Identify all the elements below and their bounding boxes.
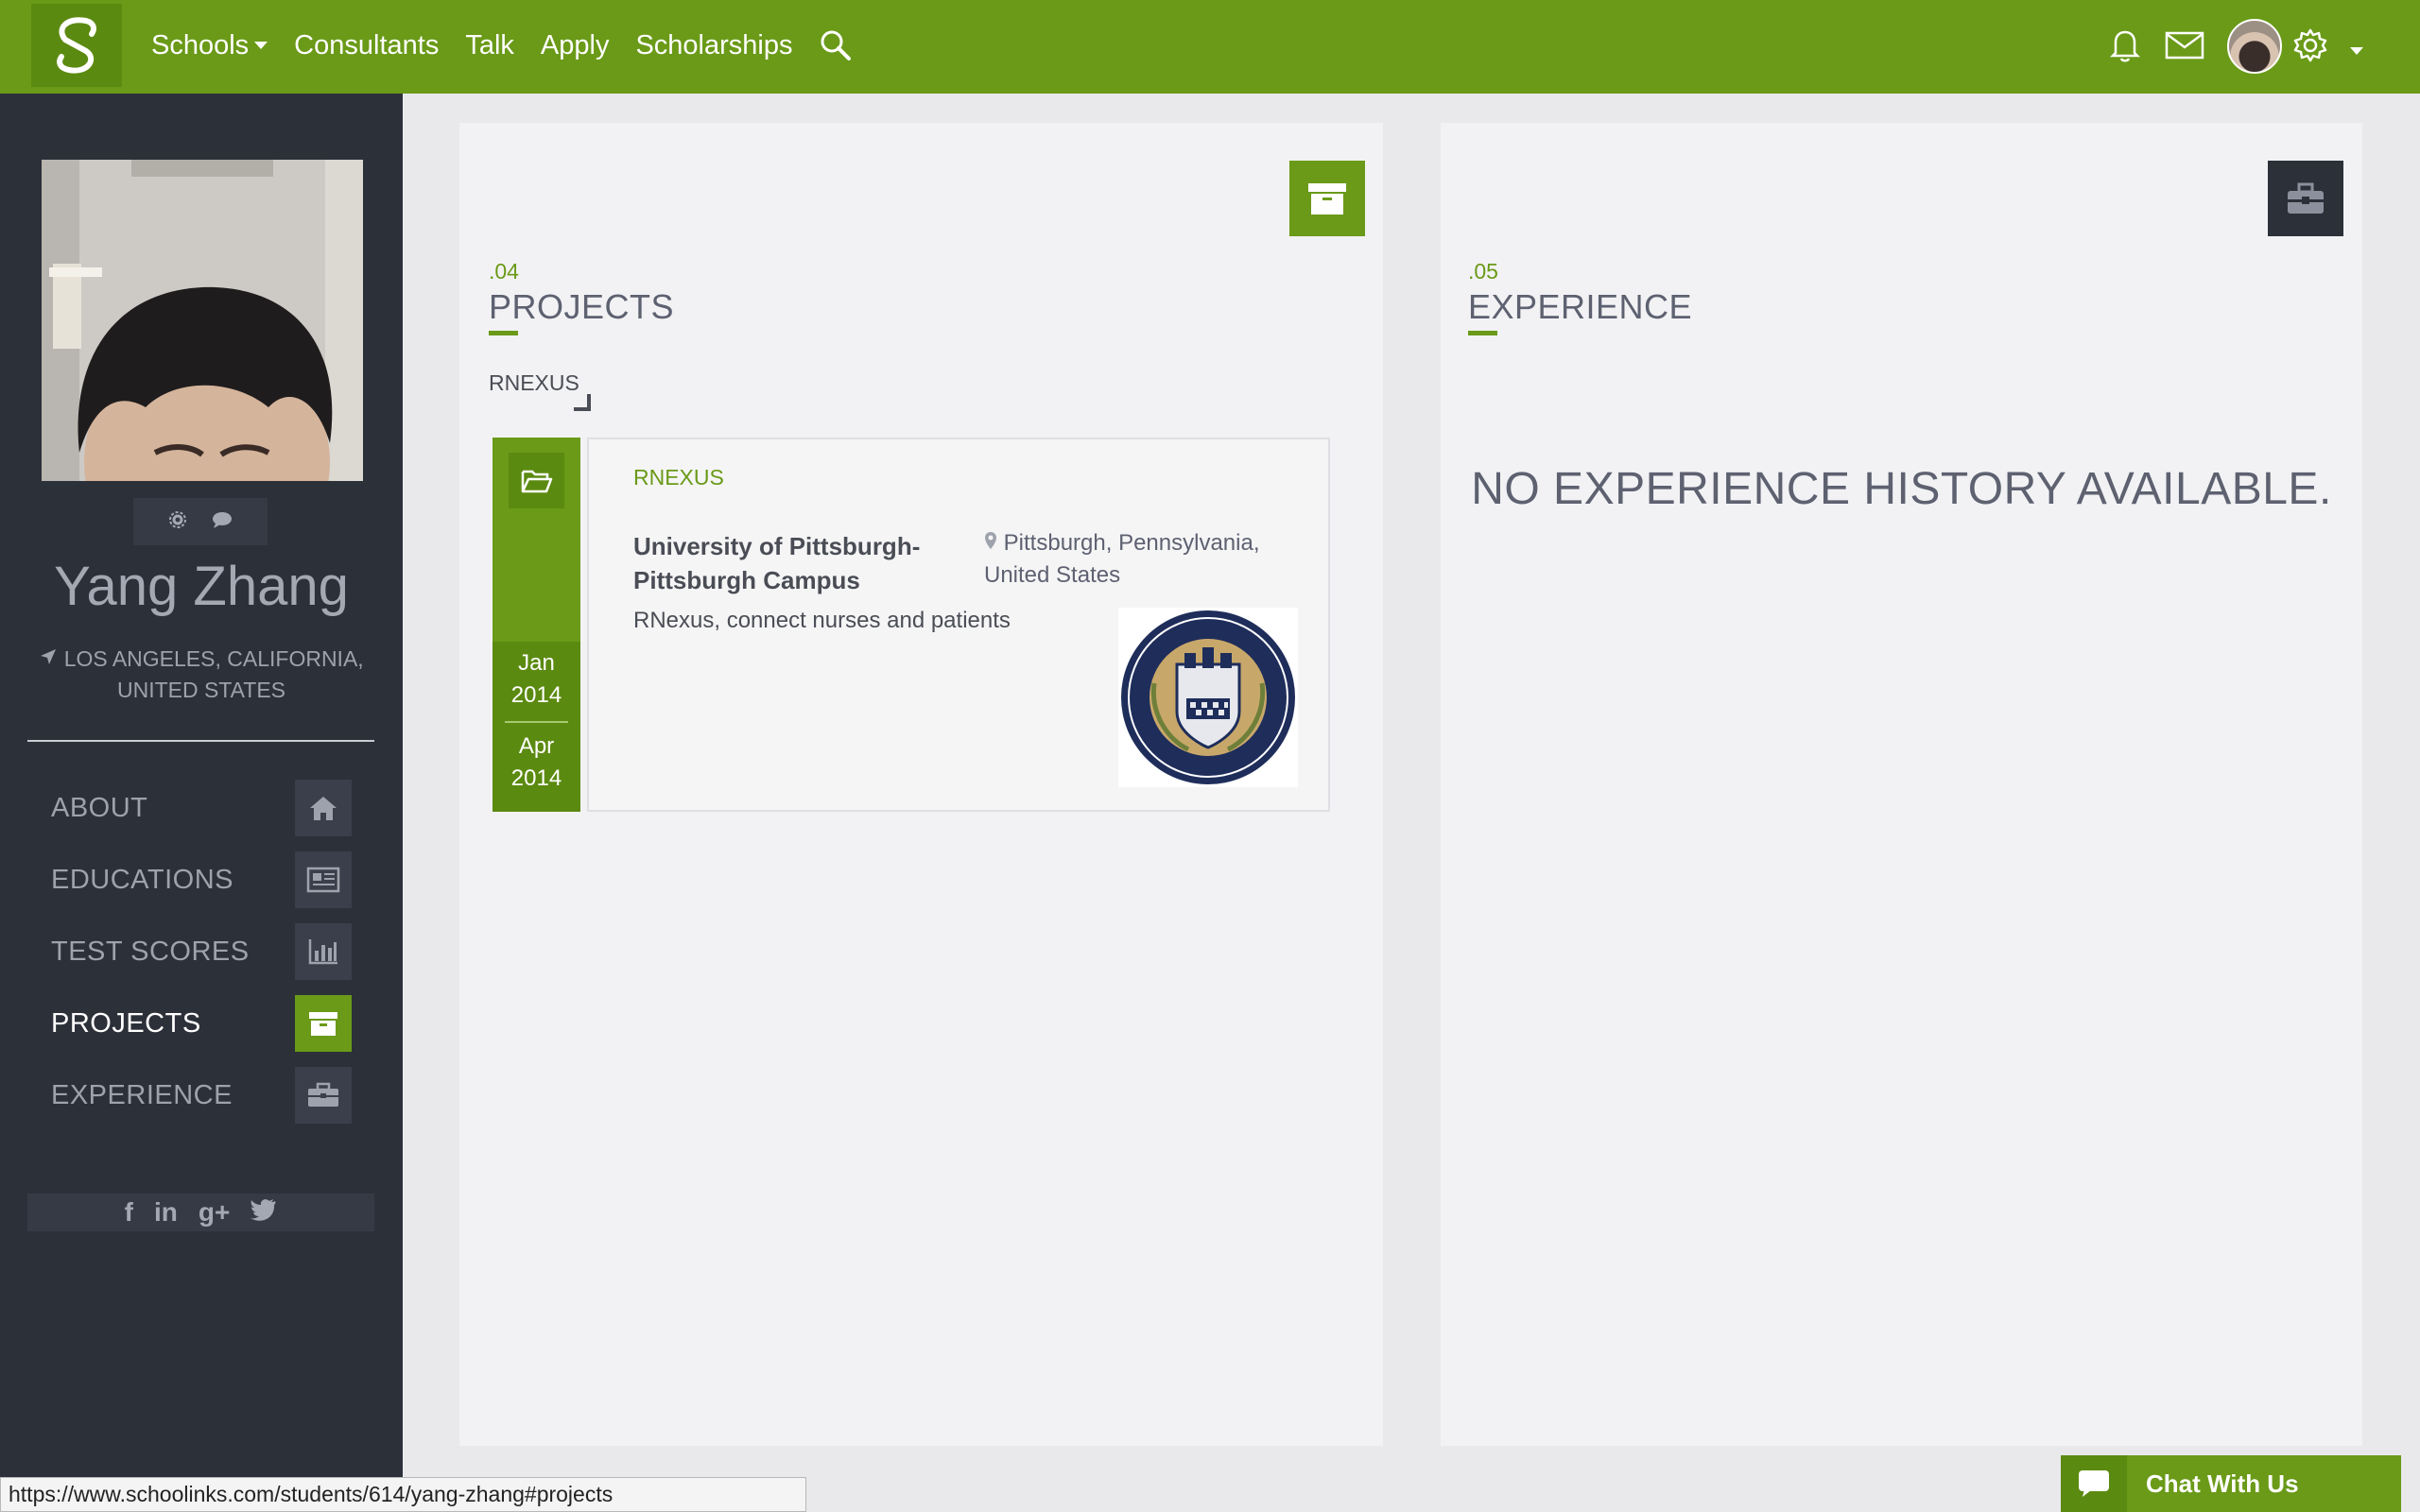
section-number: .04 [489,259,519,284]
briefcase-icon [295,1067,352,1124]
sidebar-item-test-scores[interactable]: TEST SCORES [51,916,352,988]
nav-schools[interactable]: Schools [151,30,268,61]
section-underline [1468,331,1497,335]
top-nav: Schools Consultants Talk Apply Scholarsh… [0,0,2420,94]
sidebar-divider [27,740,374,742]
newspaper-icon [295,851,352,908]
message-icon[interactable] [211,510,233,534]
section-number: .05 [1468,259,1498,284]
profile-location: LOS ANGELES, CALIFORNIA, UNITED STATES [38,644,365,706]
bell-icon[interactable] [2106,26,2144,69]
sidebar-item-label: EXPERIENCE [51,1079,233,1110]
chat-label: Chat With Us [2146,1469,2299,1498]
gear-icon[interactable] [2291,26,2329,69]
sidebar-menu: ABOUT EDUCATIONS TEST SCORES PROJECTS EX… [51,772,352,1131]
facebook-icon[interactable]: f [125,1197,133,1228]
profile-sidebar: Yang Zhang LOS ANGELES, CALIFORNIA, UNIT… [0,94,403,1512]
nav-consultants[interactable]: Consultants [294,30,439,61]
social-links: f in g+ [27,1194,374,1231]
nav-talk[interactable]: Talk [465,30,514,61]
section-title: PROJECTS [489,287,675,326]
sidebar-item-label: TEST SCORES [51,936,250,967]
end-month: Apr [518,733,555,759]
empty-state-message: NO EXPERIENCE HISTORY AVAILABLE. [1471,464,2332,514]
project-group-label: RNEXUS [489,370,579,395]
home-icon [295,780,352,836]
profile-location-text: LOS ANGELES, CALIFORNIA, UNITED STATES [63,646,364,702]
sidebar-item-label: ABOUT [51,792,148,823]
sidebar-item-label: PROJECTS [51,1007,201,1039]
envelope-icon[interactable] [2165,30,2204,65]
project-card[interactable]: RNEXUS University of Pittsburgh-Pittsbur… [587,438,1330,812]
corner-marker-icon [574,394,591,411]
nav-schools-label: Schools [151,29,250,60]
project-title: RNEXUS [633,465,724,490]
sidebar-item-educations[interactable]: EDUCATIONS [51,844,352,916]
profile-photo [42,160,363,481]
caret-down-icon[interactable] [2350,47,2363,55]
section-title: EXPERIENCE [1468,287,1693,326]
project-school: University of Pittsburgh-Pittsburgh Camp… [633,532,921,594]
sidebar-item-projects[interactable]: PROJECTS [51,988,352,1059]
chat-widget-button[interactable]: Chat With Us [2061,1455,2401,1512]
logo-icon[interactable] [31,4,122,87]
profile-name: Yang Zhang [54,556,349,617]
linkedin-icon[interactable]: in [154,1197,178,1228]
sidebar-item-experience[interactable]: EXPERIENCE [51,1059,352,1131]
bar-chart-icon [295,923,352,980]
status-bar-url: https://www.schoolinks.com/students/614/… [0,1477,806,1512]
location-arrow-icon [39,646,63,671]
project-location: Pittsburgh, Pennsylvania, United States [984,527,1296,592]
section-underline [489,331,518,335]
nav-apply[interactable]: Apply [541,30,610,61]
project-date-column: Jan 2014 Apr 2014 [493,438,580,812]
start-month: Jan [518,650,555,676]
search-icon[interactable] [819,28,853,67]
start-year: 2014 [510,682,562,708]
folder-open-icon [509,453,564,508]
avatar[interactable] [2227,19,2282,74]
experience-panel: .05 EXPERIENCE NO EXPERIENCE HISTORY AVA… [1441,123,2362,1446]
project-location-text: Pittsburgh, Pennsylvania, United States [984,530,1260,588]
archive-icon[interactable] [1289,161,1365,236]
sidebar-item-about[interactable]: ABOUT [51,772,352,844]
nav-scholarships[interactable]: Scholarships [635,30,792,61]
profile-actions [133,498,268,545]
chat-bubble-icon [2061,1455,2127,1512]
date-separator [505,721,568,723]
projects-panel: .04 PROJECTS RNEXUS Jan 2014 Apr 2014 RN… [459,123,1383,1446]
settings-icon[interactable] [168,510,187,534]
map-marker-icon [984,530,997,556]
main-nav: Schools Consultants Talk Apply Scholarsh… [151,0,819,91]
chevron-down-icon [254,42,268,49]
university-seal-image [1118,608,1298,787]
briefcase-icon[interactable] [2268,161,2343,236]
twitter-icon[interactable] [251,1197,277,1228]
sidebar-item-label: EDUCATIONS [51,864,233,895]
archive-icon [295,995,352,1052]
end-year: 2014 [510,765,562,791]
project-description: RNexus, connect nurses and patients [633,608,1011,633]
google-plus-icon[interactable]: g+ [199,1197,230,1228]
